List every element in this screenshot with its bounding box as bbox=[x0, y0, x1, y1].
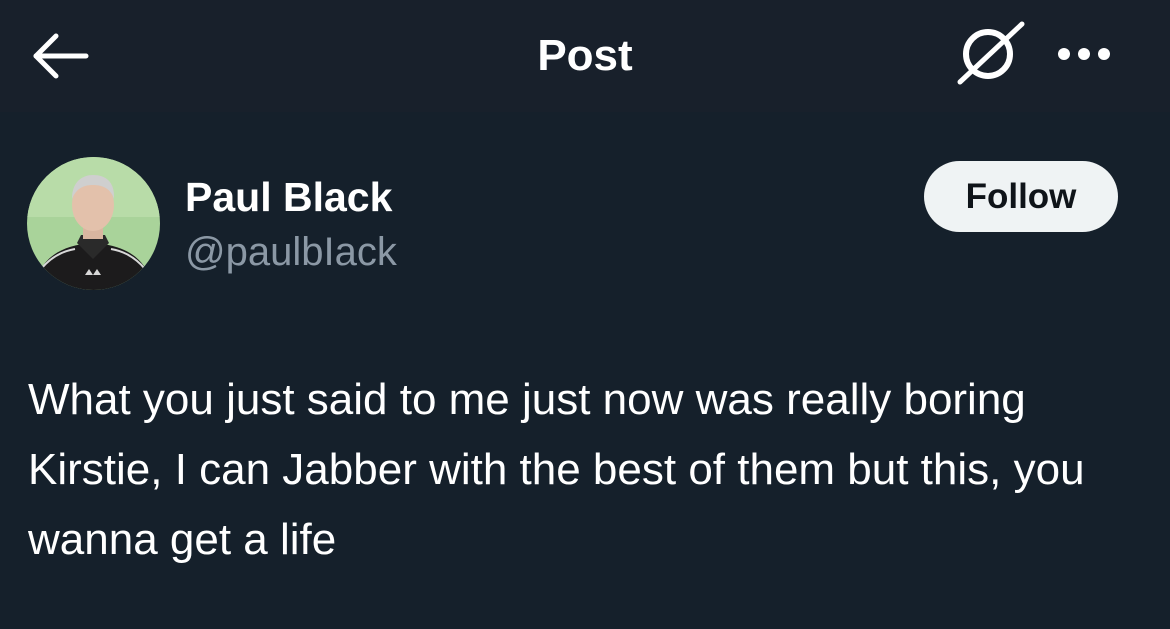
arrow-left-icon bbox=[33, 33, 89, 79]
avatar[interactable] bbox=[27, 157, 160, 290]
top-bar: Post bbox=[0, 0, 1170, 112]
more-dots-icon bbox=[1058, 48, 1110, 60]
post-text: What you just said to me just now was re… bbox=[28, 375, 1085, 564]
author-handle[interactable]: @paulbIack bbox=[185, 228, 397, 276]
grok-slash-circle-icon bbox=[957, 21, 1025, 85]
grok-button[interactable] bbox=[950, 18, 1030, 90]
follow-button[interactable]: Follow bbox=[924, 161, 1118, 232]
page-title: Post bbox=[537, 31, 633, 80]
back-button[interactable] bbox=[30, 28, 94, 84]
more-options-button[interactable] bbox=[1050, 34, 1122, 74]
author-display-name[interactable]: Paul Black bbox=[185, 172, 392, 222]
avatar-photo bbox=[27, 157, 160, 290]
